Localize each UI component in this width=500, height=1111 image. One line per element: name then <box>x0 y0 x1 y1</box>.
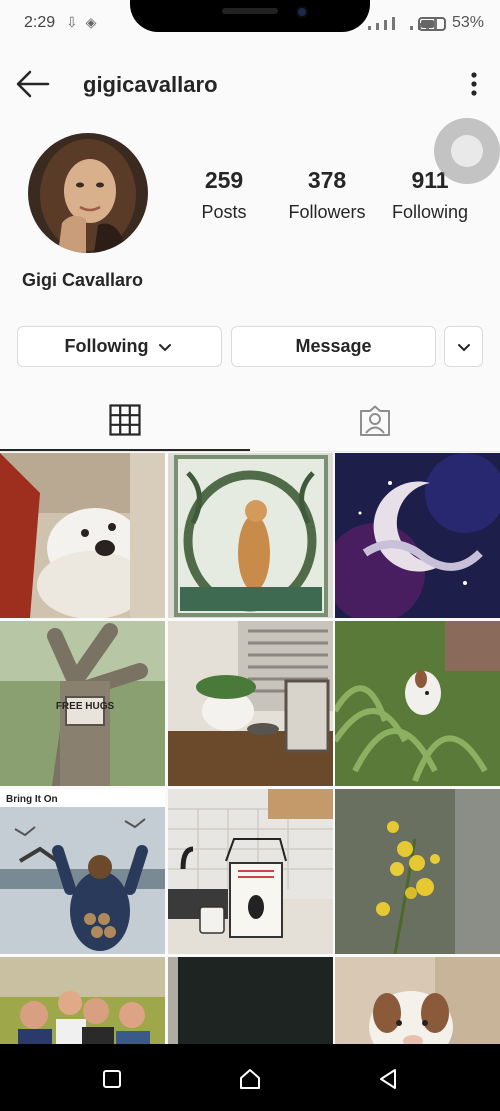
grid-icon <box>109 403 141 436</box>
profile-username: gigicavallaro <box>83 72 218 97</box>
followers-label: Followers <box>288 202 366 222</box>
notification-icons: ⇩ ◈ <box>66 14 99 30</box>
post-thumbnail[interactable] <box>335 789 500 954</box>
tab-posts-grid[interactable] <box>0 390 250 451</box>
chevron-down-icon <box>457 343 470 351</box>
post-overlay-text: Bring It On <box>6 794 58 805</box>
touch-indicator <box>434 118 500 184</box>
camera-notch <box>130 0 370 32</box>
followers-stat[interactable]: 378 Followers <box>283 167 371 223</box>
status-bar: 2:29 ⇩ ◈ 53% <box>0 0 500 50</box>
post-overlay-text: FREE HUGS <box>56 701 115 712</box>
profile-avatar[interactable] <box>28 133 148 253</box>
speaker-grill <box>222 8 278 14</box>
back-triangle-icon[interactable] <box>373 1064 403 1094</box>
tagged-person-icon <box>360 405 390 436</box>
message-button[interactable]: Message <box>231 326 436 367</box>
tab-tagged[interactable] <box>250 390 500 451</box>
profile-header: gigicavallaro <box>0 55 500 115</box>
message-button-label: Message <box>295 336 372 356</box>
posts-count: 259 <box>204 167 244 193</box>
post-thumbnail[interactable] <box>335 453 500 618</box>
post-thumbnail[interactable]: Bring It On <box>0 789 165 954</box>
post-thumbnail[interactable] <box>168 453 333 618</box>
system-navigation-bar <box>0 1044 500 1111</box>
more-options-icon[interactable] <box>462 67 486 101</box>
post-thumbnail[interactable] <box>335 957 500 1044</box>
post-thumbnail[interactable] <box>168 789 333 954</box>
posts-label: Posts <box>201 202 247 222</box>
battery-icon <box>418 17 446 31</box>
post-thumbnail[interactable] <box>0 957 165 1044</box>
following-button-label: Following <box>64 336 149 356</box>
status-time: 2:29 <box>24 14 56 31</box>
posts-stat[interactable]: 259 Posts <box>196 167 252 223</box>
following-label: Following <box>391 202 469 222</box>
post-thumbnail[interactable] <box>168 957 333 1044</box>
battery-percent: 53% <box>452 14 485 31</box>
followers-count: 378 <box>307 167 347 193</box>
profile-full-name: Gigi Cavallaro <box>22 270 144 290</box>
post-thumbnail[interactable] <box>335 621 500 786</box>
chevron-down-icon <box>159 343 172 351</box>
profile-tabs <box>0 390 500 452</box>
front-camera <box>296 6 308 18</box>
post-thumbnail[interactable] <box>168 621 333 786</box>
post-thumbnail[interactable]: FREE HUGS <box>0 621 165 786</box>
back-arrow-icon[interactable] <box>14 67 52 101</box>
posts-grid: FREE HUGS Bring It On <box>0 453 500 1044</box>
suggested-accounts-button[interactable] <box>444 326 483 367</box>
home-icon[interactable] <box>235 1064 265 1094</box>
following-button[interactable]: Following <box>17 326 222 367</box>
recent-apps-icon[interactable] <box>97 1064 127 1094</box>
post-thumbnail[interactable] <box>0 453 165 618</box>
